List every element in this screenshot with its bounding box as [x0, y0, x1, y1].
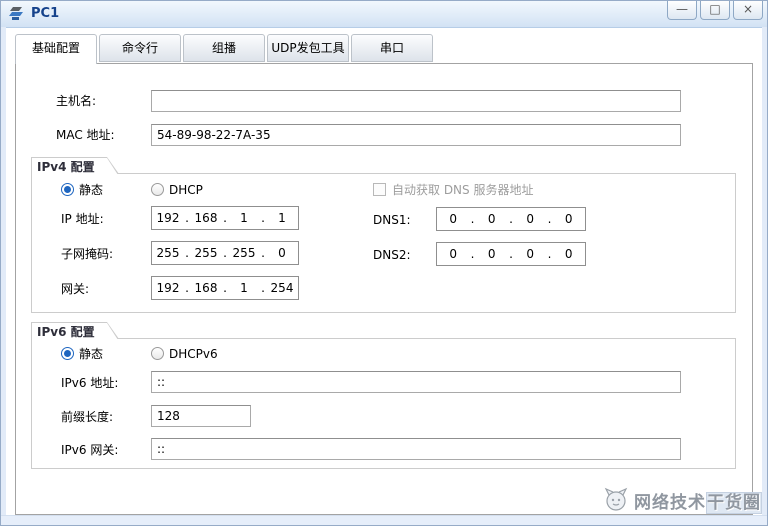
- ipv6-address-label: IPv6 地址:: [61, 376, 119, 390]
- ipv6-static-radio[interactable]: [61, 347, 74, 360]
- maximize-button[interactable]: □: [700, 1, 730, 20]
- ipv4-group-title: IPv4 配置: [37, 160, 95, 174]
- tab-udp-tool[interactable]: UDP发包工具: [267, 34, 349, 62]
- window-frame-bottom: [1, 515, 767, 525]
- subnet-mask-input[interactable]: 255. 255. 255. 0: [151, 241, 299, 265]
- ipv6-static-label[interactable]: 静态: [79, 346, 103, 362]
- pc-config-window: PC1 — □ × 基础配置 命令行 组播 UDP发包工具 串口 主机名: MA…: [0, 0, 768, 526]
- dns1-input[interactable]: 0. 0. 0. 0: [436, 207, 586, 231]
- auto-dns-label[interactable]: 自动获取 DNS 服务器地址: [392, 182, 533, 198]
- prefix-length-label: 前缀长度:: [61, 410, 114, 424]
- gateway-input[interactable]: 192. 168. 1. 254: [151, 276, 299, 300]
- window-title: PC1: [31, 6, 60, 21]
- subnet-mask-label: 子网掩码:: [61, 247, 114, 261]
- dns1-label: DNS1:: [373, 213, 411, 227]
- ipv6-address-input[interactable]: ::: [151, 371, 681, 393]
- ipv4-static-label[interactable]: 静态: [79, 182, 103, 198]
- ipv6-dhcpv6-radio[interactable]: [151, 347, 164, 360]
- tab-serial[interactable]: 串口: [351, 34, 433, 62]
- ipv4-group-tab: IPv4 配置: [31, 157, 119, 174]
- tab-multicast[interactable]: 组播: [183, 34, 265, 62]
- mac-label: MAC 地址:: [56, 128, 115, 142]
- tab-basic-config[interactable]: 基础配置: [15, 34, 97, 64]
- ipv6-gateway-label: IPv6 网关:: [61, 443, 119, 457]
- auto-dns-checkbox[interactable]: [373, 183, 386, 196]
- hostname-label: 主机名:: [56, 94, 97, 108]
- gateway-label: 网关:: [61, 282, 90, 296]
- ipv6-dhcpv6-label[interactable]: DHCPv6: [169, 346, 218, 362]
- title-bar: PC1 — □ ×: [1, 1, 767, 28]
- ipv6-group-title: IPv6 配置: [37, 325, 95, 339]
- watermark-mascot-icon: [603, 486, 629, 515]
- ipv4-dhcp-label[interactable]: DHCP: [169, 182, 203, 198]
- ip-address-input[interactable]: 192. 168. 1. 1: [151, 206, 299, 230]
- ipv6-group-tab: IPv6 配置: [31, 322, 119, 339]
- window-frame-right: [762, 27, 767, 525]
- window-frame-left: [1, 27, 6, 525]
- dns2-label: DNS2:: [373, 248, 411, 262]
- watermark-text: 网络技术干货圈: [634, 491, 762, 514]
- mac-input[interactable]: 54-89-98-22-7A-35: [151, 124, 681, 146]
- minimize-button[interactable]: —: [667, 1, 697, 20]
- close-button[interactable]: ×: [733, 1, 763, 20]
- hostname-input[interactable]: [151, 90, 681, 112]
- ipv4-static-radio[interactable]: [61, 183, 74, 196]
- watermark: 网络技术干货圈: [603, 486, 762, 514]
- tab-command-line[interactable]: 命令行: [99, 34, 181, 62]
- ipv4-dhcp-radio[interactable]: [151, 183, 164, 196]
- prefix-length-input[interactable]: 128: [151, 405, 251, 427]
- ip-address-label: IP 地址:: [61, 212, 104, 226]
- dns2-input[interactable]: 0. 0. 0. 0: [436, 242, 586, 266]
- pc-app-icon: [8, 5, 26, 23]
- ipv6-gateway-input[interactable]: ::: [151, 438, 681, 460]
